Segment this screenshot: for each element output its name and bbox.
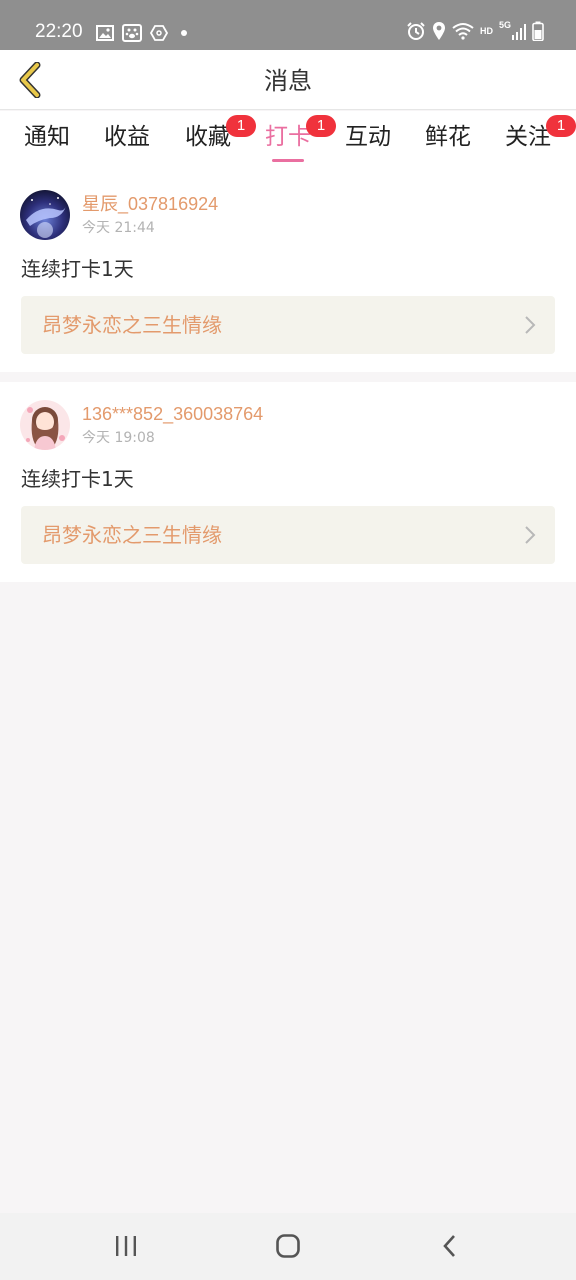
tab-favorites[interactable]: 收藏 1 [168, 115, 256, 169]
avatar[interactable] [20, 190, 70, 240]
message-time: 今天 19:08 [82, 430, 155, 446]
tab-label: 关注 [505, 124, 551, 150]
dot-icon [176, 22, 192, 44]
hd-indicator: HD [479, 26, 493, 36]
tab-earnings[interactable]: 收益 [87, 123, 167, 169]
page-title: 消息 [264, 67, 312, 95]
recent-apps-button[interactable] [106, 1229, 146, 1263]
avatar[interactable] [20, 400, 70, 450]
tab-label: 鲜花 [425, 124, 471, 150]
system-nav-bar [0, 1213, 576, 1280]
tab-label: 互动 [345, 124, 391, 150]
5g-signal-icon: 5G [499, 20, 526, 42]
status-system-icons: HD 5G [406, 20, 544, 42]
tab-notifications[interactable]: 通知 [7, 123, 87, 169]
tab-active-indicator [272, 159, 304, 162]
tab-label: 收藏 [185, 124, 231, 150]
message-card: 星辰_037816924 今天 21:44 连续打卡1天 昂梦永恋之三生情缘 [0, 172, 576, 372]
tab-bar: 通知 收益 收藏 1 打卡 1 互动 鲜花 关注 1 [0, 111, 576, 172]
tab-badge: 1 [546, 115, 576, 137]
tab-label: 收益 [104, 124, 150, 150]
tab-checkin[interactable]: 打卡 1 [248, 115, 336, 169]
wifi-icon [452, 20, 474, 42]
message-text: 连续打卡1天 [21, 257, 134, 281]
page-header: 消息 [0, 50, 576, 110]
tab-interaction[interactable]: 互动 [328, 123, 408, 169]
chevron-right-icon [525, 316, 536, 334]
message-time: 今天 21:44 [82, 220, 155, 236]
battery-icon [532, 20, 544, 42]
image-icon [96, 22, 114, 44]
message-card: 136***852_360038764 今天 19:08 连续打卡1天 昂梦永恋… [0, 382, 576, 582]
username[interactable]: 136***852_360038764 [82, 402, 263, 426]
tab-follow[interactable]: 关注 1 [488, 115, 576, 169]
system-back-button[interactable] [430, 1229, 470, 1263]
location-icon [432, 20, 446, 42]
hexagon-app-icon [150, 22, 168, 44]
book-title: 昂梦永恋之三生情缘 [42, 313, 222, 337]
tab-label: 通知 [24, 124, 70, 150]
book-title: 昂梦永恋之三生情缘 [42, 523, 222, 547]
tab-label: 打卡 [265, 124, 311, 150]
back-icon [443, 1235, 455, 1257]
message-text: 连续打卡1天 [21, 467, 134, 491]
home-icon [276, 1234, 300, 1258]
baidu-paw-icon [122, 22, 142, 44]
chevron-right-icon [525, 526, 536, 544]
alarm-icon [406, 20, 426, 42]
tab-flowers[interactable]: 鲜花 [408, 123, 488, 169]
username[interactable]: 星辰_037816924 [82, 192, 218, 216]
home-button[interactable] [268, 1229, 308, 1263]
book-link[interactable]: 昂梦永恋之三生情缘 [21, 506, 555, 564]
status-notification-icons [96, 22, 192, 44]
recent-apps-icon [116, 1236, 136, 1256]
status-time: 22:20 [35, 21, 83, 42]
book-link[interactable]: 昂梦永恋之三生情缘 [21, 296, 555, 354]
status-bar: 22:20 HD 5G [0, 0, 576, 50]
